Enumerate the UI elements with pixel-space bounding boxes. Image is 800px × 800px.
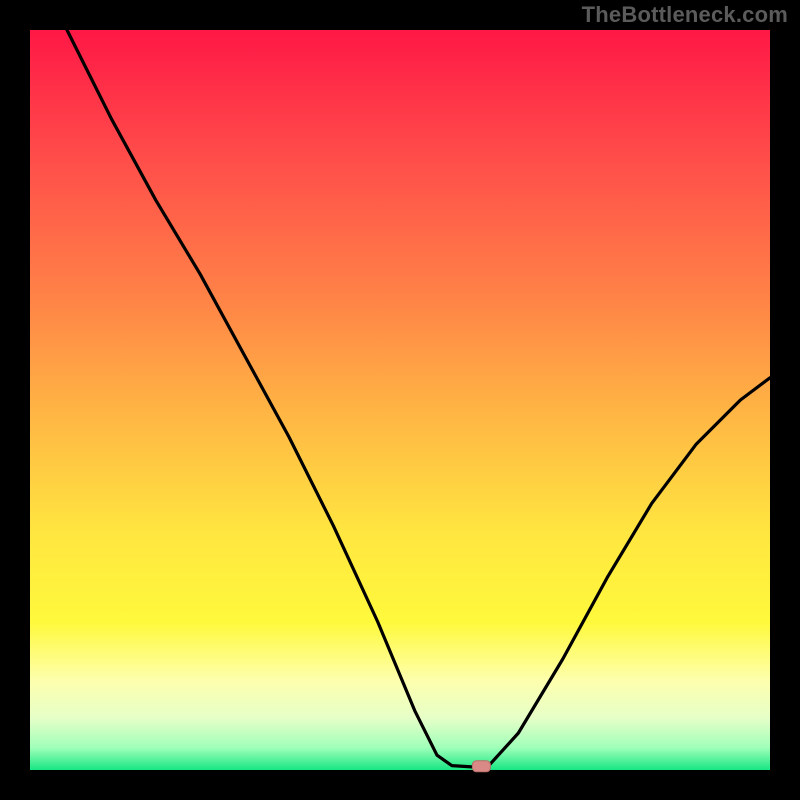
watermark-text: TheBottleneck.com (582, 2, 788, 28)
chart-svg (0, 0, 800, 800)
plot-gradient-background (30, 30, 770, 770)
bottleneck-chart: TheBottleneck.com (0, 0, 800, 800)
minimum-marker (472, 761, 490, 772)
